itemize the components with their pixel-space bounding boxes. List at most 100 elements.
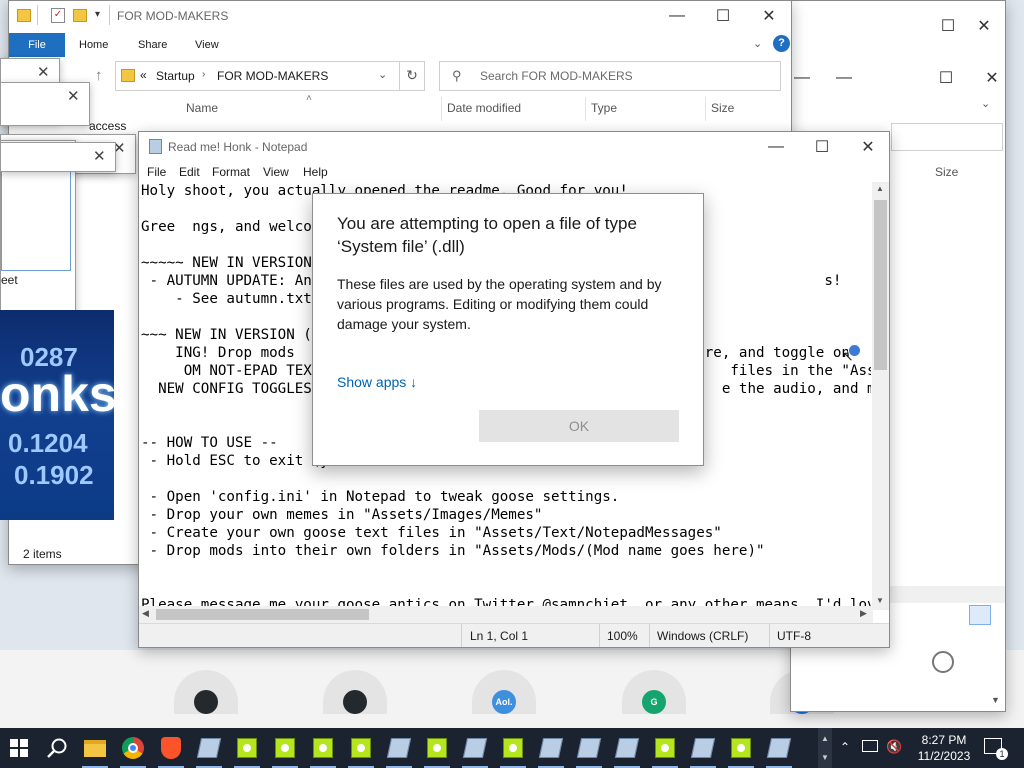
taskbar: ▲ ▼ ⌃ 🔇 8:27 PM 11/2/2023 1 [0,728,1024,768]
taskbar-item-file-explorer[interactable] [76,728,114,768]
properties-icon[interactable]: ✓ [51,8,65,23]
taskbar-overflow[interactable]: ▲ ▼ [818,728,832,768]
minimize-button[interactable]: — [791,63,825,93]
aol-icon[interactable]: Aol. [492,690,516,714]
taskbar-item-notepad[interactable] [684,728,722,768]
scroll-down-arrow-icon[interactable]: ▼ [991,695,1000,705]
maximize-button[interactable]: ☐ [799,132,845,162]
close-icon[interactable]: ✕ [67,87,80,105]
column-name[interactable]: Name [186,101,218,115]
breadcrumb-overflow[interactable]: « [140,68,147,82]
open-with-dialog: You are attempting to open a file of typ… [312,193,704,466]
scroll-down-arrow-icon[interactable]: ▼ [876,596,884,605]
goose-icon [503,738,523,758]
scroll-up-arrow-icon[interactable]: ▲ [876,184,884,193]
start-icon [10,739,28,757]
taskbar-item-goose[interactable] [266,728,304,768]
large-icons-view-icon[interactable] [993,605,1005,625]
up-arrow-icon[interactable]: ↑ [95,67,103,84]
horizontal-scrollbar[interactable]: ◀ ▶ [139,606,873,623]
taskbar-item-notepad[interactable] [532,728,570,768]
close-button[interactable]: ✕ [961,11,1005,41]
dialog-title: You are attempting to open a file of typ… [337,214,637,256]
taskbar-item-goose[interactable] [646,728,684,768]
taskbar-item-notepad[interactable] [456,728,494,768]
taskbar-item-goose[interactable] [418,728,456,768]
column-size[interactable]: Size [935,165,958,179]
expand-ribbon-icon[interactable]: ⌄ [753,37,762,50]
close-button[interactable]: ✕ [845,132,889,162]
column-type[interactable]: Type [591,101,617,115]
ribbon-tab-share[interactable]: Share [124,33,181,57]
vertical-scrollbar[interactable]: ▲ ▼ [872,182,889,610]
taskbar-item-notepad[interactable] [380,728,418,768]
maximize-button-2[interactable]: ☐ [923,63,969,93]
taskbar-item-goose[interactable] [722,728,760,768]
vertical-scroll-thumb[interactable] [874,200,887,370]
scroll-left-arrow-icon[interactable]: ◀ [142,608,149,619]
menu-view[interactable]: View [263,165,289,179]
menu-help[interactable]: Help [303,165,328,179]
notepad-line [141,560,871,578]
clock[interactable]: 8:27 PM 11/2/2023 [908,732,980,764]
breadcrumb-startup[interactable]: Startup [156,69,195,83]
taskbar-item-notepad[interactable] [570,728,608,768]
taskbar-item-goose[interactable] [342,728,380,768]
chevron-down-icon[interactable]: ⌄ [981,97,990,110]
maximize-button[interactable]: ☐ [700,1,746,31]
search-input[interactable]: ⚲ Search FOR MOD-MAKERS [439,61,781,91]
github-icon[interactable] [343,690,367,714]
ribbon-tab-view[interactable]: View [181,33,233,57]
grammarly-icon[interactable]: G [642,690,666,714]
cursor-position: Ln 1, Col 1 [470,629,529,643]
nav-pane-item-quick-access[interactable]: access [89,119,126,133]
details-view-icon[interactable] [969,605,991,625]
network-icon[interactable] [862,740,878,752]
menu-edit[interactable]: Edit [179,165,200,179]
taskbar-item-search[interactable] [38,728,76,768]
scroll-right-arrow-icon[interactable]: ▶ [860,608,867,619]
column-size[interactable]: Size [711,101,734,115]
taskbar-item-goose[interactable] [304,728,342,768]
notification-count-badge: 1 [996,748,1008,760]
breadcrumb-separator-icon: › [202,69,206,80]
notepad-icon [766,738,792,758]
github-icon[interactable] [194,690,218,714]
taskbar-item-notepad[interactable] [190,728,228,768]
notepad-icon [576,738,602,758]
address-bar[interactable]: « Startup › FOR MOD-MAKERS ⌄ [115,61,405,91]
search-box[interactable] [891,123,1003,151]
ribbon-tab-file[interactable]: File [9,33,65,57]
help-icon[interactable]: ? [773,35,790,52]
show-hidden-icons-icon[interactable]: ⌃ [840,740,850,754]
show-apps-link[interactable]: Show apps ↓ [337,374,417,390]
close-button-2[interactable]: ✕ [969,63,1005,93]
taskbar-item-chrome[interactable] [114,728,152,768]
column-date-modified[interactable]: Date modified [447,101,521,115]
horizontal-scroll-thumb[interactable] [156,609,369,620]
file-explorer-icon [84,739,106,757]
quick-access-toolbar-dropdown-icon[interactable]: ▾ [95,9,100,20]
address-dropdown-icon[interactable]: ⌄ [378,68,387,81]
volume-muted-icon[interactable]: 🔇 [886,739,902,755]
gear-icon[interactable] [932,651,954,673]
minimize-button-2[interactable]: — [821,63,867,93]
close-icon[interactable]: ✕ [37,63,50,81]
taskbar-item-brave[interactable] [152,728,190,768]
minimize-button[interactable]: — [654,1,700,31]
taskbar-item-notepad[interactable] [608,728,646,768]
taskbar-item-notepad[interactable] [760,728,798,768]
close-icon[interactable]: ✕ [93,147,106,165]
new-folder-icon[interactable] [73,9,87,22]
ribbon-tab-home[interactable]: Home [65,33,122,57]
breadcrumb-for-mod-makers[interactable]: FOR MOD-MAKERS [217,69,328,83]
menu-format[interactable]: Format [212,165,250,179]
taskbar-item-goose[interactable] [494,728,532,768]
minimize-button[interactable]: — [753,132,799,162]
close-button[interactable]: ✕ [746,1,791,31]
ok-button[interactable]: OK [479,410,679,442]
taskbar-item-goose[interactable] [228,728,266,768]
refresh-button[interactable]: ↻ [399,61,425,91]
menu-file[interactable]: File [147,165,166,179]
taskbar-item-start[interactable] [0,728,38,768]
